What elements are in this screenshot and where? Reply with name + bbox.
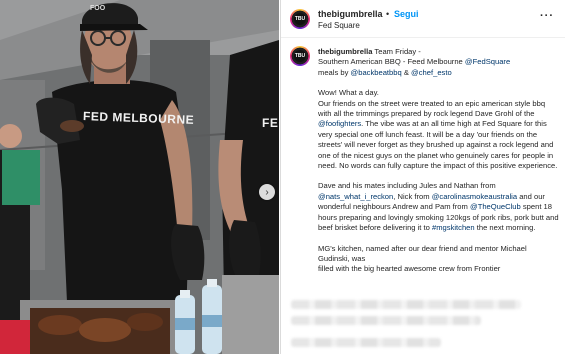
avatar-logo-icon: TBU bbox=[294, 50, 306, 62]
carousel-next-button[interactable]: › bbox=[259, 184, 275, 200]
mention-link[interactable]: @backbeatbbq bbox=[351, 68, 402, 77]
post-photo[interactable]: FOO FED MELBOURNE FED › bbox=[0, 0, 279, 354]
caption-line: & bbox=[403, 67, 409, 77]
caption-line: filled with the big hearted awesome crew… bbox=[318, 264, 501, 274]
caption-line: , Nick from bbox=[393, 191, 430, 201]
caption-line: Team Friday - bbox=[374, 47, 421, 56]
post-header: TBU thebigumbrella • Segui Fed Square ··… bbox=[281, 0, 565, 38]
mention-link[interactable]: @carolinasmokeaustralia bbox=[432, 192, 517, 201]
mention-link[interactable]: @TheQueClub bbox=[470, 202, 521, 211]
photo-illustration: FOO bbox=[0, 0, 279, 354]
avatar[interactable]: TBU bbox=[290, 9, 310, 29]
header-username[interactable]: thebigumbrella bbox=[318, 9, 383, 19]
mention-link[interactable]: @nats_what_i_reckon bbox=[318, 192, 393, 201]
caption-line: Wow! What a day. bbox=[318, 88, 379, 98]
hashtag-link[interactable]: #mgskitchen bbox=[432, 223, 475, 232]
caption-paragraph-2: Dave and his mates including Jules and N… bbox=[318, 181, 560, 233]
caption-line: Dave and his mates including Jules and N… bbox=[318, 181, 496, 191]
caption-intro: thebigumbrella Team Friday - Southern Am… bbox=[318, 47, 560, 78]
chevron-right-icon: › bbox=[265, 186, 269, 198]
instagram-post: FOO FED MELBOURNE FED › TBU thebigumbrel… bbox=[0, 0, 565, 354]
mention-link[interactable]: @FedSquare bbox=[465, 57, 510, 66]
mention-link[interactable]: @foofighters bbox=[318, 119, 361, 128]
header-separator: • bbox=[386, 9, 390, 19]
caption-avatar[interactable]: TBU bbox=[290, 46, 310, 66]
follow-button[interactable]: Segui bbox=[394, 9, 419, 19]
caption-line: meals by bbox=[318, 67, 349, 77]
caption-paragraph-1: Wow! What a day. Our friends on the stre… bbox=[318, 88, 560, 171]
location-link[interactable]: Fed Square bbox=[318, 21, 360, 30]
svg-text:FOO: FOO bbox=[90, 5, 106, 12]
shirt-print-text-right: FED bbox=[262, 116, 279, 130]
caption-line: MG's kitchen, named after our dear frien… bbox=[318, 243, 527, 263]
post-side-panel: TBU thebigumbrella • Segui Fed Square ··… bbox=[280, 0, 565, 354]
caption-line: Southern American BBQ - Feed Melbourne bbox=[318, 57, 463, 67]
avatar-logo-icon: TBU bbox=[294, 13, 306, 25]
more-options-icon[interactable]: ··· bbox=[540, 10, 554, 22]
blurred-content bbox=[291, 300, 521, 309]
caption-username[interactable]: thebigumbrella bbox=[318, 47, 372, 56]
blurred-content bbox=[291, 316, 481, 325]
caption-text: thebigumbrella Team Friday - Southern Am… bbox=[318, 47, 560, 275]
blurred-content bbox=[291, 338, 441, 347]
caption-line: Our friends on the street were treated t… bbox=[318, 98, 546, 119]
caption-line: the next morning. bbox=[476, 223, 536, 233]
mention-link[interactable]: @chef_esto bbox=[411, 68, 452, 77]
caption-paragraph-3: MG's kitchen, named after our dear frien… bbox=[318, 244, 560, 275]
